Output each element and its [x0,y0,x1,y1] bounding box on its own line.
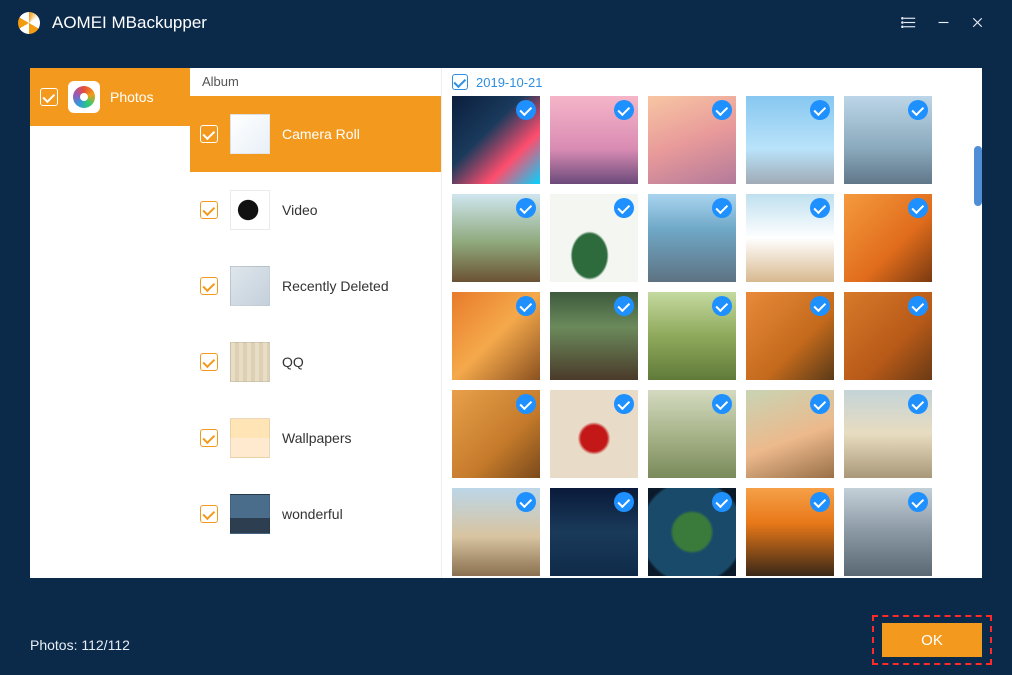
photo-thumb[interactable] [550,390,638,478]
check-icon[interactable] [516,492,536,512]
check-icon[interactable] [516,198,536,218]
app-logo-icon [18,12,40,34]
titlebar: AOMEI MBackupper [0,0,1012,45]
category-column: Photos [30,68,190,578]
check-icon[interactable] [810,394,830,414]
photo-thumb[interactable] [648,390,736,478]
menu-list-icon[interactable] [892,6,926,40]
check-icon[interactable] [614,296,634,316]
album-checkbox[interactable] [200,125,218,143]
photo-thumb[interactable] [550,292,638,380]
check-icon[interactable] [712,100,732,120]
photo-thumb[interactable] [648,292,736,380]
date-label: 2019-10-21 [476,75,543,90]
photo-thumb[interactable] [550,194,638,282]
album-checkbox[interactable] [200,429,218,447]
photo-thumb[interactable] [452,194,540,282]
photo-thumb[interactable] [550,488,638,576]
photo-thumb[interactable] [844,292,932,380]
photo-thumb[interactable] [648,96,736,184]
check-icon[interactable] [516,296,536,316]
photo-thumb[interactable] [746,194,834,282]
album-header: Album [190,68,441,96]
photo-thumb[interactable] [746,96,834,184]
ok-button[interactable]: OK [882,623,982,657]
album-label: Camera Roll [282,126,360,142]
album-item-5[interactable]: wonderful [190,476,441,552]
photo-grid [452,96,972,578]
main-panel: Photos Album Camera Roll Video Recently De… [30,68,982,578]
photo-thumb[interactable] [452,390,540,478]
album-label: Wallpapers [282,430,352,446]
photo-thumb[interactable] [746,488,834,576]
photo-thumb[interactable] [844,488,932,576]
check-icon[interactable] [712,394,732,414]
album-item-0[interactable]: Camera Roll [190,96,441,172]
album-thumbnail [230,266,270,306]
album-thumbnail [230,494,270,534]
category-label: Photos [110,89,154,105]
check-icon[interactable] [908,198,928,218]
photo-thumb[interactable] [648,488,736,576]
album-list: Camera Roll Video Recently Deleted QQ Wallpa… [190,96,441,578]
photo-grid-panel: 2019-10-21 [442,68,982,578]
check-icon[interactable] [908,394,928,414]
photo-thumb[interactable] [844,194,932,282]
check-icon[interactable] [712,296,732,316]
photo-thumb[interactable] [452,292,540,380]
album-item-4[interactable]: Wallpapers [190,400,441,476]
check-icon[interactable] [810,198,830,218]
check-icon[interactable] [712,492,732,512]
category-photos[interactable]: Photos [30,68,190,126]
check-icon[interactable] [908,492,928,512]
album-label: wonderful [282,506,343,522]
album-checkbox[interactable] [200,201,218,219]
ok-highlight: OK [872,615,992,665]
check-icon[interactable] [810,492,830,512]
album-checkbox[interactable] [200,353,218,371]
check-icon[interactable] [614,492,634,512]
album-label: Video [282,202,318,218]
album-thumbnail [230,114,270,154]
check-icon[interactable] [516,394,536,414]
check-icon[interactable] [614,198,634,218]
photo-thumb[interactable] [648,194,736,282]
category-checkbox[interactable] [40,88,58,106]
photo-thumb[interactable] [746,390,834,478]
date-group-header[interactable]: 2019-10-21 [452,74,972,90]
check-icon[interactable] [712,198,732,218]
minimize-button[interactable] [926,6,960,40]
album-item-3[interactable]: QQ [190,324,441,400]
close-button[interactable] [960,6,994,40]
photo-thumb[interactable] [746,292,834,380]
app-title: AOMEI MBackupper [52,13,207,33]
album-thumbnail [230,418,270,458]
photo-thumb[interactable] [844,96,932,184]
check-icon[interactable] [810,100,830,120]
album-item-2[interactable]: Recently Deleted [190,248,441,324]
scrollbar-thumb[interactable] [974,146,982,206]
photo-thumb[interactable] [452,96,540,184]
check-icon[interactable] [614,100,634,120]
photo-thumb[interactable] [550,96,638,184]
album-item-1[interactable]: Video [190,172,441,248]
date-checkbox[interactable] [452,74,468,90]
album-thumbnail [230,342,270,382]
album-thumbnail [230,190,270,230]
photos-app-icon [68,81,100,113]
album-label: QQ [282,354,304,370]
album-label: Recently Deleted [282,278,389,294]
album-checkbox[interactable] [200,505,218,523]
photo-count-label: Photos: 112/112 [30,637,130,653]
album-checkbox[interactable] [200,277,218,295]
check-icon[interactable] [810,296,830,316]
check-icon[interactable] [908,100,928,120]
check-icon[interactable] [614,394,634,414]
photo-thumb[interactable] [452,488,540,576]
photo-thumb[interactable] [844,390,932,478]
album-column: Album Camera Roll Video Recently Deleted QQ… [190,68,442,578]
check-icon[interactable] [516,100,536,120]
check-icon[interactable] [908,296,928,316]
